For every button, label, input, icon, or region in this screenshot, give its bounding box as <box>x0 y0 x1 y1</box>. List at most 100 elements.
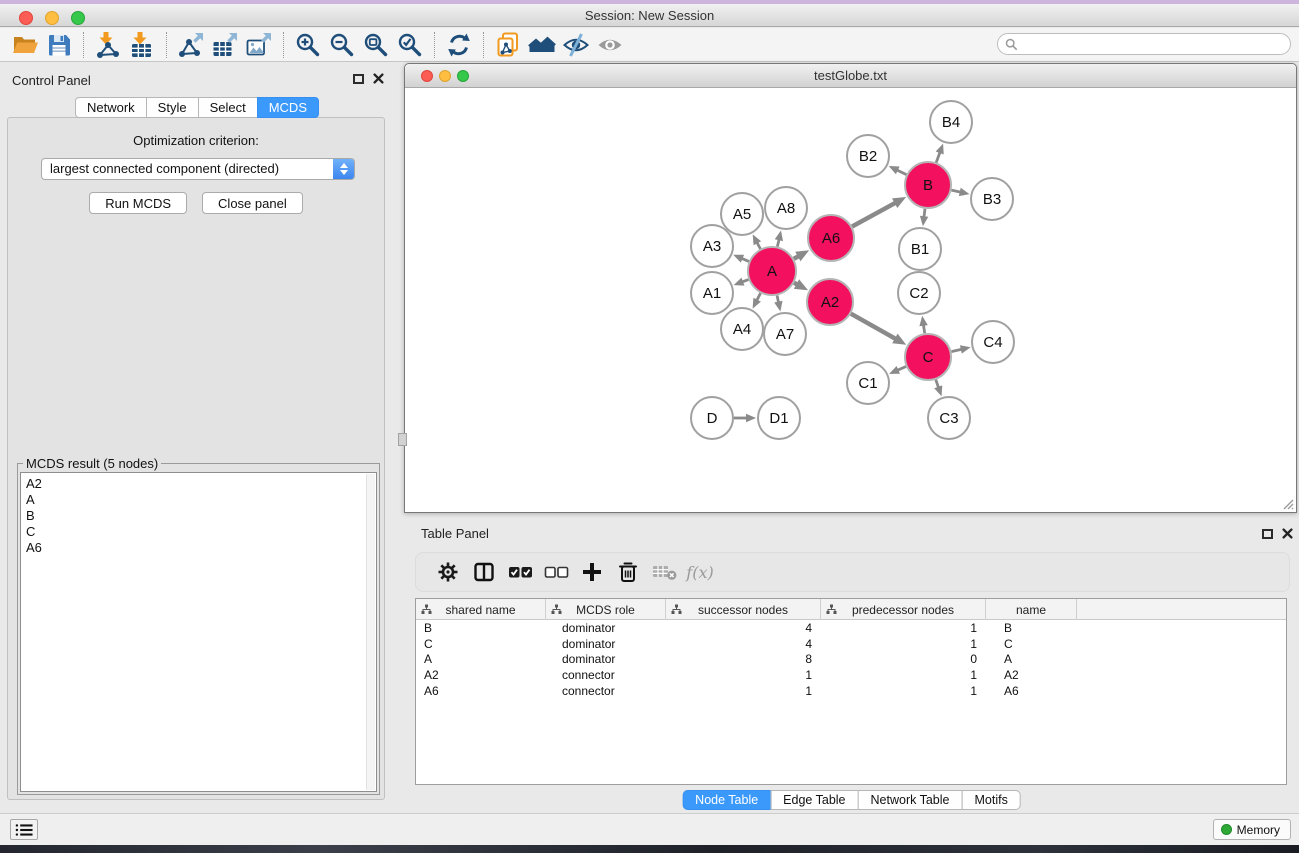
import-table-button[interactable] <box>125 30 159 60</box>
table-cell[interactable]: connector <box>546 684 666 698</box>
dropdown-stepper-icon[interactable] <box>333 159 354 179</box>
result-item[interactable]: B <box>21 508 376 524</box>
close-window-button[interactable] <box>19 11 33 25</box>
frame-close-button[interactable] <box>421 70 433 82</box>
splitter-handle[interactable] <box>398 433 407 446</box>
node-A1[interactable]: A1 <box>691 272 733 314</box>
save-session-button[interactable] <box>42 30 76 60</box>
table-cell[interactable]: 1 <box>666 668 821 682</box>
node-B1[interactable]: B1 <box>899 228 941 270</box>
node-A2[interactable]: A2 <box>807 279 853 325</box>
table-cell[interactable]: 4 <box>666 621 821 635</box>
table-cell[interactable]: 1 <box>821 637 986 651</box>
show-graphics-details-button[interactable] <box>593 30 627 60</box>
node-A7[interactable]: A7 <box>764 313 806 355</box>
network-graph[interactable]: AA1A2A3A4A5A6A7A8BB1B2B3B4CC1C2C3C4DD1 <box>405 88 1296 511</box>
add-column-button[interactable] <box>574 558 610 586</box>
node-C3[interactable]: C3 <box>928 397 970 439</box>
table-cell[interactable]: B <box>986 621 1077 635</box>
column-header-predecessor-nodes[interactable]: predecessor nodes <box>821 599 986 620</box>
tab-network[interactable]: Network <box>75 97 147 118</box>
memory-button[interactable]: Memory <box>1213 819 1291 840</box>
zoom-selected-button[interactable] <box>393 30 427 60</box>
tab-motifs[interactable]: Motifs <box>961 790 1020 810</box>
refresh-layout-button[interactable] <box>442 30 476 60</box>
resize-grip-icon[interactable] <box>1280 496 1294 510</box>
node-C1[interactable]: C1 <box>847 362 889 404</box>
node-B3[interactable]: B3 <box>971 178 1013 220</box>
result-scrollbar[interactable] <box>366 474 375 790</box>
zoom-out-button[interactable] <box>325 30 359 60</box>
edge-A6-B[interactable] <box>852 202 896 226</box>
table-cell[interactable]: 8 <box>666 652 821 666</box>
export-image-button[interactable] <box>242 30 276 60</box>
window-titlebar[interactable]: Session: New Session <box>0 4 1299 27</box>
table-row[interactable]: A2connector11A2 <box>416 667 1286 683</box>
column-header-name[interactable]: name <box>986 599 1077 620</box>
minimize-window-button[interactable] <box>45 11 59 25</box>
search-input[interactable] <box>1022 35 1290 53</box>
node-D[interactable]: D <box>691 397 733 439</box>
close-panel-icon[interactable] <box>1282 528 1293 539</box>
table-cell[interactable]: A <box>416 652 546 666</box>
table-cell[interactable]: C <box>986 637 1077 651</box>
table-cell[interactable]: B <box>416 621 546 635</box>
table-cell[interactable]: A6 <box>416 684 546 698</box>
column-header-successor-nodes[interactable]: successor nodes <box>666 599 821 620</box>
deselect-all-rows-button[interactable] <box>538 558 574 586</box>
table-cell[interactable]: 1 <box>666 684 821 698</box>
edge-A2-C[interactable] <box>851 314 897 340</box>
network-canvas[interactable]: AA1A2A3A4A5A6A7A8BB1B2B3B4CC1C2C3C4DD1 <box>405 88 1296 511</box>
node-A3[interactable]: A3 <box>691 225 733 267</box>
table-cell[interactable]: A2 <box>416 668 546 682</box>
open-session-button[interactable] <box>8 30 42 60</box>
node-C[interactable]: C <box>905 334 951 380</box>
frame-minimize-button[interactable] <box>439 70 451 82</box>
node-A5[interactable]: A5 <box>721 193 763 235</box>
table-row[interactable]: Adominator80A <box>416 652 1286 668</box>
export-network-button[interactable] <box>174 30 208 60</box>
zoom-fit-button[interactable] <box>359 30 393 60</box>
table-cell[interactable]: connector <box>546 668 666 682</box>
table-row[interactable]: Cdominator41C <box>416 636 1286 652</box>
float-panel-icon[interactable] <box>1262 529 1273 539</box>
close-panel-button[interactable]: Close panel <box>202 192 303 214</box>
tab-node-table[interactable]: Node Table <box>682 790 771 810</box>
column-header-shared-name[interactable]: shared name <box>416 599 546 620</box>
result-item[interactable]: C <box>21 524 376 540</box>
node-C4[interactable]: C4 <box>972 321 1014 363</box>
node-B2[interactable]: B2 <box>847 135 889 177</box>
node-D1[interactable]: D1 <box>758 397 800 439</box>
result-item[interactable]: A <box>21 492 376 508</box>
run-mcds-button[interactable]: Run MCDS <box>89 192 187 214</box>
zoom-in-button[interactable] <box>291 30 325 60</box>
node-A8[interactable]: A8 <box>765 187 807 229</box>
result-item[interactable]: A2 <box>21 476 376 492</box>
table-cell[interactable]: A <box>986 652 1077 666</box>
mcds-result-list[interactable]: A2ABCA6 <box>20 472 377 792</box>
node-A4[interactable]: A4 <box>721 308 763 350</box>
criterion-dropdown[interactable]: largest connected component (directed) <box>41 158 355 180</box>
frame-zoom-button[interactable] <box>457 70 469 82</box>
float-panel-icon[interactable] <box>353 74 364 84</box>
import-network-button[interactable] <box>91 30 125 60</box>
table-cell[interactable]: C <box>416 637 546 651</box>
table-cell[interactable]: A2 <box>986 668 1077 682</box>
select-all-rows-button[interactable] <box>502 558 538 586</box>
export-table-button[interactable] <box>208 30 242 60</box>
table-row[interactable]: Bdominator41B <box>416 620 1286 636</box>
clone-network-button[interactable] <box>491 30 525 60</box>
delete-column-button[interactable] <box>610 558 646 586</box>
node-B4[interactable]: B4 <box>930 101 972 143</box>
zoom-window-button[interactable] <box>71 11 85 25</box>
home-view-button[interactable] <box>525 30 559 60</box>
table-settings-button[interactable] <box>430 558 466 586</box>
table-cell[interactable]: 1 <box>821 621 986 635</box>
tab-select[interactable]: Select <box>198 97 258 118</box>
network-frame-titlebar[interactable]: testGlobe.txt <box>405 64 1296 88</box>
tab-network-table[interactable]: Network Table <box>858 790 963 810</box>
search-box[interactable] <box>997 33 1291 55</box>
hide-graphics-details-button[interactable] <box>559 30 593 60</box>
toggle-columns-button[interactable] <box>466 558 502 586</box>
node-B[interactable]: B <box>905 162 951 208</box>
